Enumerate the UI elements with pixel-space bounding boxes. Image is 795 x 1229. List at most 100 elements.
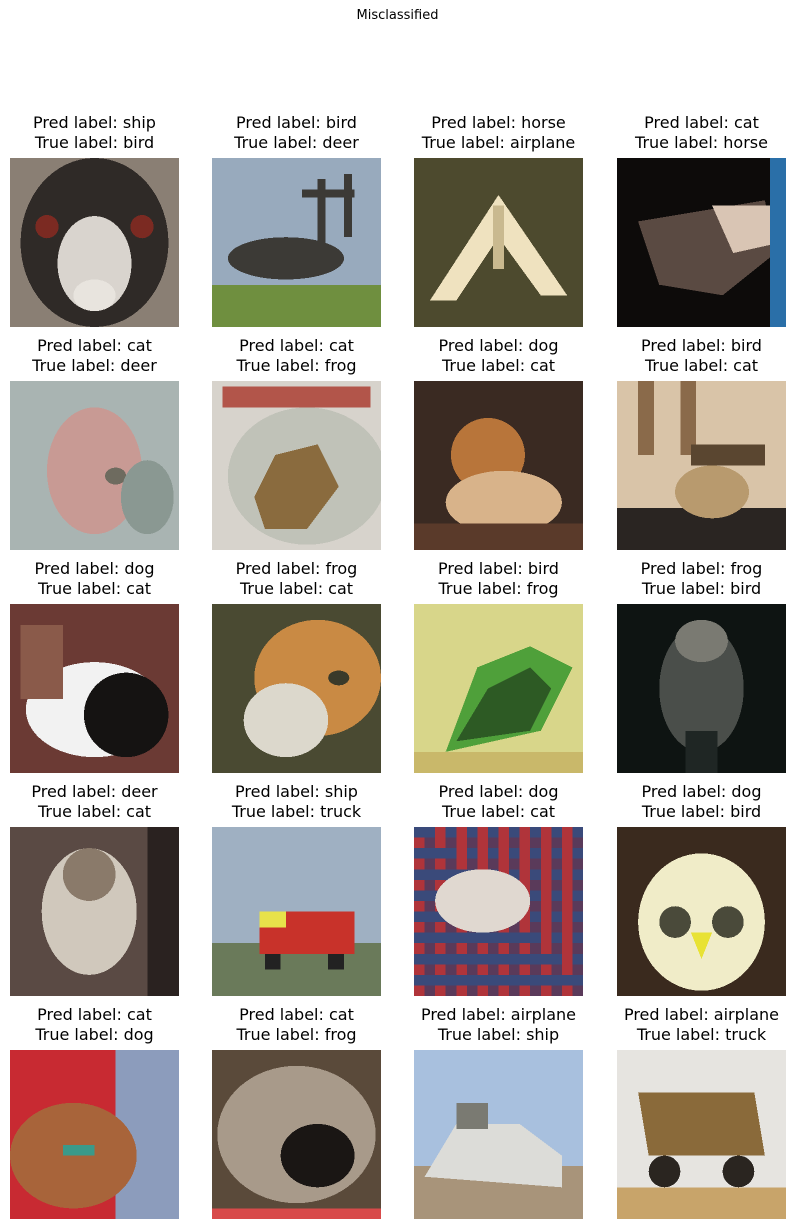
true-label: True label: frog	[438, 579, 559, 598]
true-label: True label: cat	[239, 579, 354, 598]
thumbnail-image	[212, 1050, 381, 1219]
true-label: True label: cat	[441, 356, 556, 375]
thumbnail-image	[414, 604, 583, 773]
true-label: True label: dog	[35, 1025, 154, 1044]
image-label: Pred label: airplane True label: ship	[394, 1005, 603, 1045]
true-label: True label: ship	[437, 1025, 560, 1044]
pred-label: Pred label: airplane	[623, 1005, 780, 1024]
thumbnail-image	[10, 827, 179, 996]
pred-label: Pred label: dog	[34, 559, 155, 578]
thumbnail-image	[617, 827, 786, 996]
true-label: True label: bird	[641, 802, 762, 821]
image-cell: Pred label: dog True label: cat	[414, 336, 583, 550]
pred-label: Pred label: bird	[236, 113, 357, 132]
image-cell: Pred label: cat True label: frog	[212, 1005, 381, 1219]
image-cell: Pred label: airplane True label: ship	[414, 1005, 583, 1219]
image-cell: Pred label: cat True label: horse	[617, 113, 786, 327]
thumbnail-image	[414, 381, 583, 550]
image-label: Pred label: frog True label: cat	[192, 559, 401, 599]
image-cell: Pred label: dog True label: bird	[617, 782, 786, 996]
pred-label: Pred label: dog	[641, 782, 762, 801]
image-label: Pred label: frog True label: bird	[597, 559, 795, 599]
thumbnail-image	[10, 158, 179, 327]
thumbnail-image	[10, 1050, 179, 1219]
image-label: Pred label: bird True label: cat	[597, 336, 795, 376]
image-label: Pred label: dog True label: cat	[394, 336, 603, 376]
thumbnail-image	[212, 158, 381, 327]
pred-label: Pred label: cat	[37, 336, 152, 355]
image-label: Pred label: ship True label: truck	[192, 782, 401, 822]
pred-label: Pred label: bird	[438, 559, 559, 578]
true-label: True label: truck	[636, 1025, 767, 1044]
true-label: True label: cat	[441, 802, 556, 821]
pred-label: Pred label: ship	[235, 782, 358, 801]
image-label: Pred label: cat True label: deer	[0, 336, 199, 376]
image-cell: Pred label: ship True label: truck	[212, 782, 381, 996]
true-label: True label: cat	[37, 802, 152, 821]
pred-label: Pred label: dog	[438, 782, 559, 801]
image-cell: Pred label: bird True label: frog	[414, 559, 583, 773]
thumbnail-image	[617, 381, 786, 550]
thumbnail-image	[212, 827, 381, 996]
pred-label: Pred label: dog	[438, 336, 559, 355]
pred-label: Pred label: cat	[239, 1005, 354, 1024]
pred-label: Pred label: deer	[31, 782, 158, 801]
thumbnail-image	[414, 158, 583, 327]
thumbnail-image	[617, 1050, 786, 1219]
pred-label: Pred label: frog	[640, 559, 763, 578]
true-label: True label: bird	[641, 579, 762, 598]
pred-label: Pred label: horse	[431, 113, 566, 132]
true-label: True label: cat	[644, 356, 759, 375]
true-label: True label: frog	[236, 1025, 357, 1044]
image-label: Pred label: cat True label: horse	[597, 113, 795, 153]
image-cell: Pred label: bird True label: cat	[617, 336, 786, 550]
true-label: True label: frog	[236, 356, 357, 375]
thumbnail-image	[212, 604, 381, 773]
pred-label: Pred label: cat	[37, 1005, 152, 1024]
image-cell: Pred label: horse True label: airplane	[414, 113, 583, 327]
image-cell: Pred label: bird True label: deer	[212, 113, 381, 327]
image-grid: Pred label: ship True label: bird Pred lab…	[0, 0, 795, 1229]
pred-label: Pred label: ship	[33, 113, 156, 132]
true-label: True label: horse	[635, 133, 768, 152]
image-label: Pred label: dog True label: bird	[597, 782, 795, 822]
thumbnail-image	[10, 381, 179, 550]
image-cell: Pred label: ship True label: bird	[10, 113, 179, 327]
pred-label: Pred label: airplane	[420, 1005, 577, 1024]
thumbnail-image	[414, 1050, 583, 1219]
image-cell: Pred label: cat True label: dog	[10, 1005, 179, 1219]
image-label: Pred label: horse True label: airplane	[394, 113, 603, 153]
image-cell: Pred label: cat True label: deer	[10, 336, 179, 550]
image-label: Pred label: dog True label: cat	[0, 559, 199, 599]
pred-label: Pred label: cat	[239, 336, 354, 355]
image-label: Pred label: bird True label: deer	[192, 113, 401, 153]
image-label: Pred label: bird True label: frog	[394, 559, 603, 599]
image-cell: Pred label: cat True label: frog	[212, 336, 381, 550]
image-label: Pred label: ship True label: bird	[0, 113, 199, 153]
thumbnail-image	[617, 158, 786, 327]
true-label: True label: deer	[32, 356, 157, 375]
thumbnail-image	[212, 381, 381, 550]
image-label: Pred label: cat True label: frog	[192, 336, 401, 376]
image-label: Pred label: cat True label: dog	[0, 1005, 199, 1045]
image-cell: Pred label: frog True label: bird	[617, 559, 786, 773]
image-cell: Pred label: dog True label: cat	[10, 559, 179, 773]
thumbnail-image	[414, 827, 583, 996]
true-label: True label: bird	[34, 133, 155, 152]
pred-label: Pred label: bird	[641, 336, 762, 355]
true-label: True label: truck	[231, 802, 362, 821]
image-cell: Pred label: frog True label: cat	[212, 559, 381, 773]
image-cell: Pred label: dog True label: cat	[414, 782, 583, 996]
image-label: Pred label: deer True label: cat	[0, 782, 199, 822]
thumbnail-image	[10, 604, 179, 773]
pred-label: Pred label: frog	[235, 559, 358, 578]
true-label: True label: airplane	[421, 133, 576, 152]
image-label: Pred label: dog True label: cat	[394, 782, 603, 822]
image-cell: Pred label: airplane True label: truck	[617, 1005, 786, 1219]
pred-label: Pred label: cat	[644, 113, 759, 132]
true-label: True label: cat	[37, 579, 152, 598]
image-cell: Pred label: deer True label: cat	[10, 782, 179, 996]
image-label: Pred label: cat True label: frog	[192, 1005, 401, 1045]
true-label: True label: deer	[234, 133, 359, 152]
image-label: Pred label: airplane True label: truck	[597, 1005, 795, 1045]
